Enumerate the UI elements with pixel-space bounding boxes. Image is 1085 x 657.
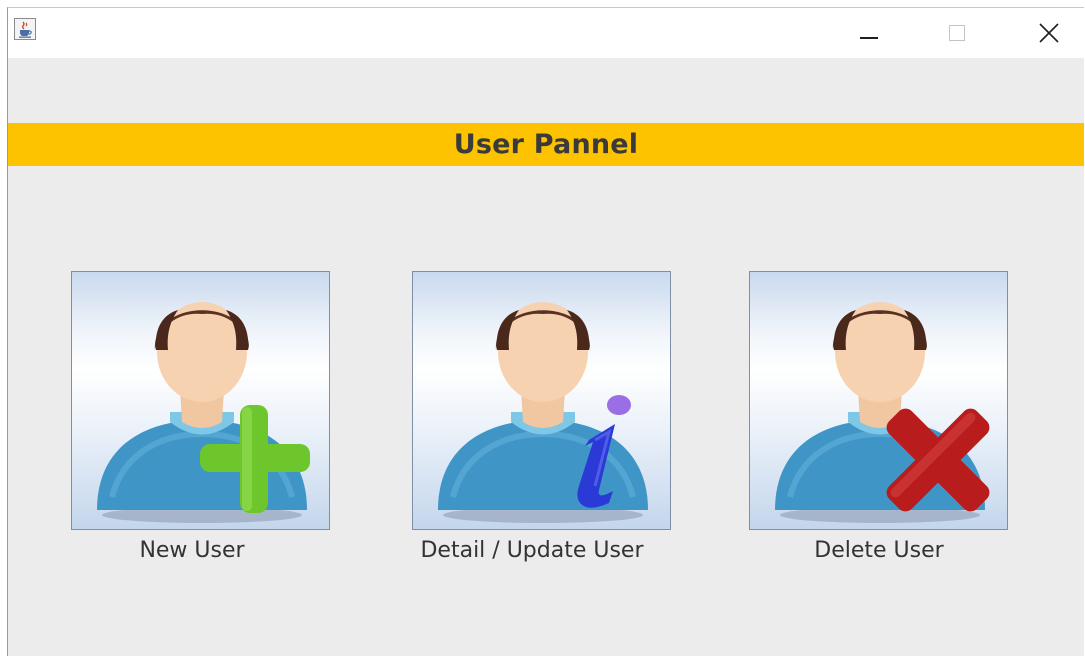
detail-update-user-label: Detail / Update User <box>420 538 644 563</box>
maximize-icon <box>949 25 965 41</box>
user-info-icon <box>438 302 648 523</box>
page-title: User Pannel <box>453 129 639 160</box>
user-delete-icon <box>775 302 990 523</box>
minimize-button[interactable] <box>846 8 892 58</box>
header-banner: User Pannel <box>8 123 1084 166</box>
detail-update-user-button[interactable] <box>412 271 671 530</box>
delete-user-label: Delete User <box>814 538 944 563</box>
close-icon <box>1039 23 1059 43</box>
app-window: User Pannel New User Detail / Update Use… <box>7 7 1084 656</box>
java-cup-icon[interactable] <box>14 18 36 40</box>
maximize-button[interactable] <box>934 8 980 58</box>
minimize-icon <box>860 37 878 39</box>
new-user-button[interactable] <box>71 271 330 530</box>
user-add-icon <box>97 302 310 523</box>
close-button[interactable] <box>1026 8 1072 58</box>
delete-user-button[interactable] <box>749 271 1008 530</box>
title-bar <box>8 8 1084 58</box>
new-user-label: New User <box>139 538 245 563</box>
